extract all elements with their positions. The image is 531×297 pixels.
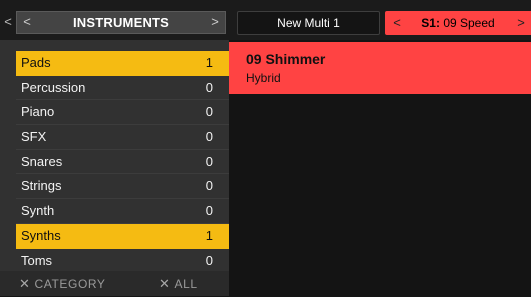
category-label: Synths [21,227,61,243]
preset-name: 09 Shimmer [246,51,326,67]
filter-footer: ✕ CATEGORY ✕ ALL [0,271,229,296]
category-count: 0 [205,79,213,95]
category-count: 1 [205,55,213,70]
preset-type: Hybrid [246,71,281,85]
clear-category-button[interactable]: ✕ CATEGORY [19,271,106,297]
category-item-snares[interactable]: Snares 0 [16,149,229,175]
category-count: 0 [205,178,213,194]
category-count: 0 [205,203,213,219]
category-label: Toms [21,252,53,268]
slot-label: S1: 09 Speed [385,11,531,35]
category-count: 0 [205,153,213,169]
category-count: 1 [205,227,213,243]
presets-panel: New Multi 1 < S1: 09 Speed > 09 Shimmer … [229,0,531,296]
collapse-arrow-icon[interactable]: < [0,11,16,34]
instruments-panel: < < INSTRUMENTS > Pads 1 Percussion 0 Piano 0… [0,0,229,296]
clear-all-label: ALL [174,277,198,291]
category-label: SFX [21,129,47,145]
preset-item-selected[interactable]: 09 Shimmer Hybrid [229,42,531,94]
category-label: Snares [21,153,63,169]
category-item-synth[interactable]: Synth 0 [16,199,229,224]
slot-selector[interactable]: < S1: 09 Speed > [385,11,531,35]
category-label: Percussion [21,79,86,95]
category-item-synths[interactable]: Synths 1 [16,223,229,249]
multi-top-bar: New Multi 1 < S1: 09 Speed > [229,0,531,40]
category-label: Strings [21,178,62,194]
clear-all-button[interactable]: ✕ ALL [159,271,198,297]
slot-id: S1: [421,16,440,30]
instruments-title: INSTRUMENTS [72,15,170,30]
clear-category-label: CATEGORY [34,277,106,291]
category-label: Pads [21,55,51,70]
clear-category-icon: ✕ [19,276,31,291]
category-item-sfx[interactable]: SFX 0 [16,125,229,150]
category-item-toms[interactable]: Toms 0 [16,248,229,274]
category-item-strings[interactable]: Strings 0 [16,174,229,200]
slot-next-arrow-icon[interactable]: > [513,11,529,34]
category-list: Pads 1 Percussion 0 Piano 0 SFX 0 Snares 0 Strings… [16,51,229,274]
slot-name: 09 Speed [443,16,495,30]
clear-all-icon: ✕ [159,276,171,291]
category-count: 0 [205,104,213,120]
category-count: 0 [205,252,213,268]
instruments-next-arrow-icon[interactable]: > [207,12,223,33]
category-item-percussion[interactable]: Percussion 0 [16,75,229,101]
instruments-title-bar: < INSTRUMENTS > [16,11,226,34]
category-item-pads[interactable]: Pads 1 [16,51,229,76]
category-label: Piano [21,104,55,120]
instruments-header: < < INSTRUMENTS > [0,0,229,40]
app-window: < < INSTRUMENTS > Pads 1 Percussion 0 Piano 0… [0,0,531,296]
category-count: 0 [205,129,213,145]
category-label: Synth [21,203,55,219]
category-item-piano[interactable]: Piano 0 [16,100,229,126]
multi-name-button[interactable]: New Multi 1 [237,11,380,35]
